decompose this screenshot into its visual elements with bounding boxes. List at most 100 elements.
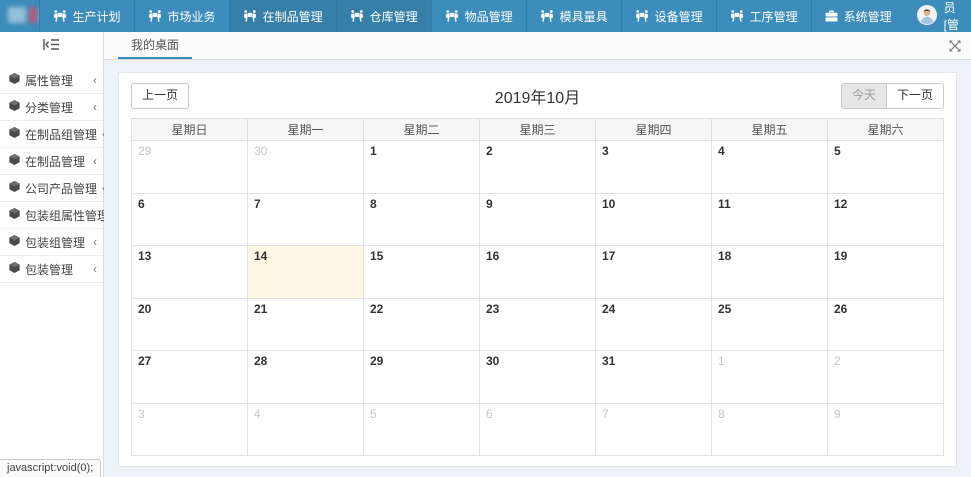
sidebar-menu: 属性管理‹分类管理‹在制品组管理‹在制品管理‹公司产品管理‹包装组属性管理‹包装…: [0, 62, 103, 283]
people-carry-icon: [148, 10, 162, 22]
calendar-day-cell: 2: [480, 141, 596, 194]
tab-label: 我的桌面: [131, 36, 179, 53]
calendar-day-cell: 7: [596, 403, 712, 456]
weekday-header: 星期三: [480, 119, 596, 141]
browser-status-tooltip: javascript:void(0);: [0, 459, 101, 477]
sidebar-item[interactable]: 包装管理 ‹: [0, 256, 103, 283]
sidebar-item[interactable]: 公司产品管理‹: [0, 175, 103, 202]
calendar-week-row: 293012345: [132, 141, 944, 194]
user-avatar: [917, 5, 937, 28]
nav-item[interactable]: 市场业务: [134, 0, 229, 32]
main-menu: 生产计划市场业务 在制品管理 仓库管理物品管理模具量具 设备管理 工序管理 系统管理: [39, 0, 905, 32]
calendar-day-cell: 25: [712, 298, 828, 351]
sidebar-item-label: 属性管理: [25, 72, 73, 89]
weekday-header: 星期一: [248, 119, 364, 141]
chevron-left-icon: ‹: [93, 101, 97, 113]
calendar-toolbar: 上一页 2019年10月 今天 下一页: [131, 83, 944, 109]
calendar-day-cell: 8: [364, 193, 480, 246]
sidebar-item[interactable]: 属性管理‹: [0, 67, 103, 94]
fullscreen-toggle-button[interactable]: [949, 40, 961, 52]
cube-icon: [9, 127, 20, 141]
calendar-day-cell: 3: [596, 141, 712, 194]
sidebar-item[interactable]: 分类管理‹: [0, 94, 103, 121]
sidebar-item[interactable]: 在制品管理‹: [0, 148, 103, 175]
calendar-day-cell: 15: [364, 246, 480, 299]
nav-item[interactable]: 设备管理: [621, 0, 716, 32]
calendar-day-cell: 16: [480, 246, 596, 299]
weekday-header: 星期二: [364, 119, 480, 141]
nav-item[interactable]: 在制品管理: [229, 0, 336, 32]
calendar-week-row: 272829303112: [132, 351, 944, 404]
calendar-day-cell: 28: [248, 351, 364, 404]
nav-item-label: 在制品管理: [263, 8, 323, 25]
sidebar: 属性管理‹分类管理‹在制品组管理‹在制品管理‹公司产品管理‹包装组属性管理‹包装…: [0, 32, 104, 477]
sidebar-item[interactable]: 在制品组管理‹: [0, 121, 103, 148]
weekday-header: 星期五: [712, 119, 828, 141]
sidebar-collapse-button[interactable]: [0, 32, 103, 62]
calendar-day-cell: 30: [480, 351, 596, 404]
briefcase-icon: [825, 10, 838, 22]
calendar-day-cell: 27: [132, 351, 248, 404]
sidebar-item[interactable]: 包装组属性管理‹: [0, 202, 103, 229]
nav-item[interactable]: 生产计划: [39, 0, 134, 32]
nav-item-label: 系统管理: [844, 8, 892, 25]
calendar-day-cell: 5: [828, 141, 944, 194]
nav-item-label: 生产计划: [73, 8, 121, 25]
sidebar-item-label: 公司产品管理: [25, 180, 97, 197]
calendar-day-cell: 1: [364, 141, 480, 194]
nav-item-label: 仓库管理: [370, 8, 418, 25]
cube-icon: [9, 235, 20, 249]
cube-icon: [9, 262, 20, 276]
calendar-day-cell: 19: [828, 246, 944, 299]
calendar-day-cell: 8: [712, 403, 828, 456]
nav-item[interactable]: 物品管理: [431, 0, 526, 32]
calendar-day-cell: 29: [364, 351, 480, 404]
people-carry-icon: [350, 10, 364, 22]
calendar-day-cell: 20: [132, 298, 248, 351]
today-button[interactable]: 今天: [841, 83, 887, 108]
prev-month-button[interactable]: 上一页: [131, 83, 189, 108]
page-body: 属性管理‹分类管理‹在制品组管理‹在制品管理‹公司产品管理‹包装组属性管理‹包装…: [0, 32, 971, 477]
weekday-header: 星期日: [132, 119, 248, 141]
chevron-left-icon: ‹: [93, 263, 97, 275]
calendar-day-cell: 6: [132, 193, 248, 246]
user-menu[interactable]: 管理员[管理员]: [905, 0, 971, 32]
calendar-day-cell: 30: [248, 141, 364, 194]
calendar-day-cell: 1: [712, 351, 828, 404]
nav-item-label: 工序管理: [750, 8, 798, 25]
next-month-button[interactable]: 下一页: [886, 83, 944, 108]
calendar-day-cell: 4: [712, 141, 828, 194]
people-carry-icon: [53, 10, 67, 22]
sidebar-item-label: 在制品组管理: [25, 126, 97, 143]
nav-item[interactable]: 模具量具: [526, 0, 621, 32]
calendar-day-cell: 7: [248, 193, 364, 246]
calendar-day-cell: 24: [596, 298, 712, 351]
people-carry-icon: [445, 10, 459, 22]
sidebar-item-label: 包装管理: [25, 261, 73, 278]
calendar-day-cell: 22: [364, 298, 480, 351]
calendar-day-cell: 21: [248, 298, 364, 351]
calendar-week-row: 3456789: [132, 403, 944, 456]
expand-arrows-icon: [949, 39, 961, 56]
nav-item-label: 设备管理: [655, 8, 703, 25]
calendar-panel: 上一页 2019年10月 今天 下一页 星期日星期一星期二星期三星期四星期五星期…: [118, 72, 957, 467]
chevron-left-icon: ‹: [93, 236, 97, 248]
nav-item[interactable]: 工序管理: [716, 0, 811, 32]
calendar-day-cell: 23: [480, 298, 596, 351]
calendar-day-cell: 12: [828, 193, 944, 246]
cube-icon: [9, 208, 20, 222]
calendar-day-cell: 4: [248, 403, 364, 456]
calendar-week-row: 20212223242526: [132, 298, 944, 351]
tab-my-desktop[interactable]: 我的桌面: [118, 32, 192, 59]
nav-item[interactable]: 系统管理: [811, 0, 905, 32]
calendar-day-cell: 2: [828, 351, 944, 404]
calendar-title: 2019年10月: [131, 84, 944, 108]
cube-icon: [9, 181, 20, 195]
people-carry-icon: [540, 10, 554, 22]
people-carry-icon: [635, 10, 649, 22]
sidebar-item[interactable]: 包装组管理‹: [0, 229, 103, 256]
nav-item[interactable]: 仓库管理: [336, 0, 431, 32]
main-area: 我的桌面 上一页 2019年10月 今天 下一页: [104, 32, 971, 477]
sidebar-item-label: 在制品管理: [25, 153, 85, 170]
calendar-nav-group: 今天 下一页: [841, 83, 944, 108]
